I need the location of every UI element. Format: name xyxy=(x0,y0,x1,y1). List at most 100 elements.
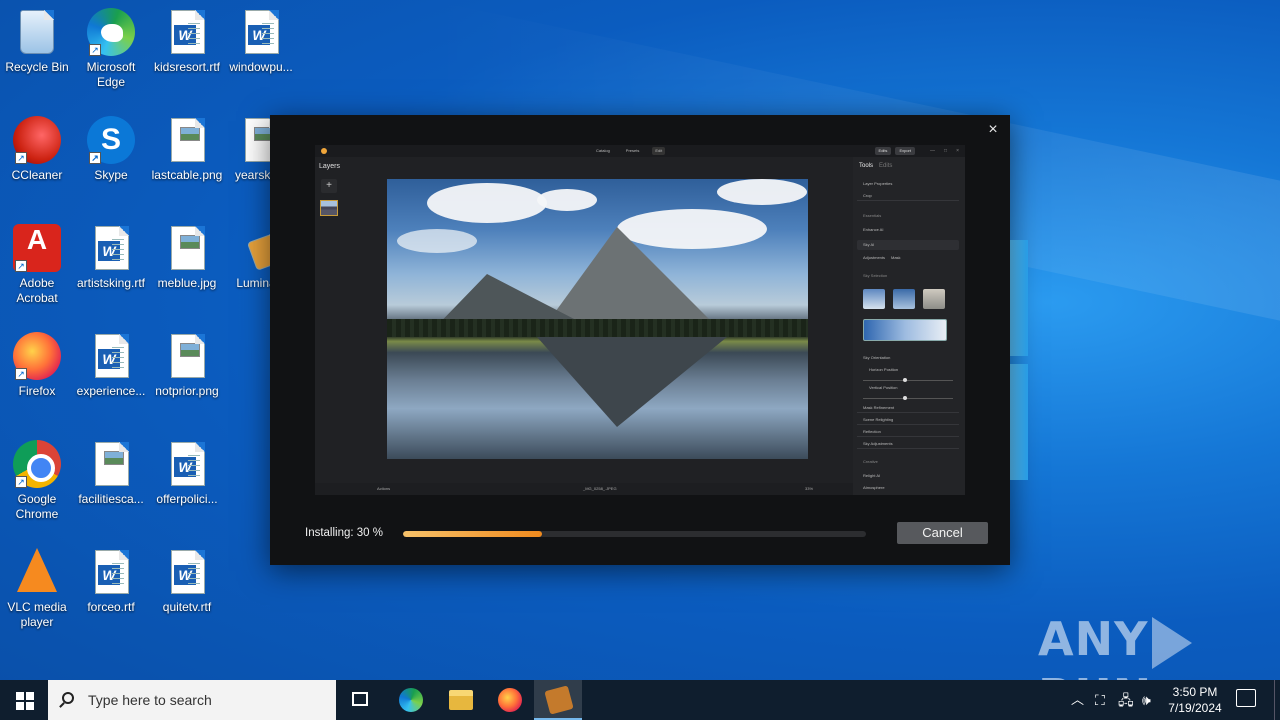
word-document-icon: W xyxy=(171,550,205,594)
watermark-left-text: ANY xyxy=(1038,612,1149,666)
preview-export-pill: Export xyxy=(895,147,915,155)
desktop-icon-label: CCleaner xyxy=(11,168,63,182)
word-document-icon: W xyxy=(245,10,279,54)
preview-panel-row: Mask xyxy=(891,255,901,260)
clock-time: 3:50 PM xyxy=(1172,685,1218,699)
search-icon xyxy=(62,692,74,704)
desktop-icon-ccleaner[interactable]: ↗ CCleaner xyxy=(0,116,74,183)
image-file-icon xyxy=(171,118,205,162)
word-document-icon: W xyxy=(171,442,205,486)
image-file-icon xyxy=(171,226,205,270)
windows-logo-icon xyxy=(16,692,24,700)
desktop-icon-label: notprior.png xyxy=(155,384,219,398)
desktop-icon-adobe-acrobat[interactable]: ↗ Adobe Acrobat xyxy=(0,224,74,306)
desktop-icon-label: Skype xyxy=(94,168,128,182)
desktop-icon-label: Microsoft Edge xyxy=(86,60,136,89)
preview-panel-row: Layer Properties xyxy=(863,181,893,186)
preview-panel-row: Mask Refinement xyxy=(857,403,959,413)
preview-panel-row: Atmosphere xyxy=(863,485,885,490)
desktop-icon-notprior[interactable]: notprior.png xyxy=(150,332,224,399)
desktop-icon-vlc[interactable]: VLC media player xyxy=(0,548,74,630)
preview-panel-row: Vertical Position xyxy=(869,385,898,390)
play-logo-icon xyxy=(1152,616,1193,669)
desktop-icon-artistsking[interactable]: W artistsking.rtf xyxy=(74,224,148,291)
luminar-installer-icon xyxy=(544,685,574,715)
notification-center-icon[interactable] xyxy=(1236,689,1256,707)
preview-filename: _MG_0258_.JPEG xyxy=(583,486,617,491)
word-document-icon: W xyxy=(95,334,129,378)
chrome-icon: ↗ xyxy=(13,440,61,488)
desktop-icon-skype[interactable]: S ↗ Skype xyxy=(74,116,148,183)
desktop-icon-experience[interactable]: W experience... xyxy=(74,332,148,399)
desktop-icon-recycle-bin[interactable]: Recycle Bin xyxy=(0,8,74,75)
desktop-icon-kidsresort[interactable]: W kidsresort.rtf xyxy=(150,8,224,75)
tray-overflow-chevron-icon[interactable]: ︿ xyxy=(1071,690,1084,710)
preview-panel-tab-tools: Tools xyxy=(859,163,874,169)
taskbar-installer-button[interactable] xyxy=(534,680,582,720)
acrobat-icon: ↗ xyxy=(13,224,61,272)
start-button[interactable] xyxy=(0,680,48,720)
desktop-icon-forceo[interactable]: W forceo.rtf xyxy=(74,548,148,615)
desktop-icon-label: Recycle Bin xyxy=(5,60,69,74)
desktop-icon-label: facilitiesca... xyxy=(78,492,144,506)
show-desktop-button[interactable] xyxy=(1274,680,1280,720)
network-icon[interactable]: 🖧 xyxy=(1118,690,1134,710)
taskbar-search-box[interactable]: Type here to search xyxy=(48,680,336,720)
preview-panel-row: Horizon Position xyxy=(869,367,899,372)
preview-panel-row: Sky Adjustments xyxy=(857,439,959,449)
tray-meet-icon[interactable]: ⛶ xyxy=(1095,690,1105,710)
folder-icon xyxy=(449,690,473,710)
desktop-icon-label: meblue.jpg xyxy=(157,276,217,290)
taskbar-file-explorer-button[interactable] xyxy=(436,680,484,720)
skype-icon: S ↗ xyxy=(87,116,135,164)
desktop-icon-lastcable[interactable]: lastcable.png xyxy=(150,116,224,183)
close-icon[interactable]: × xyxy=(984,121,1002,139)
preview-panel-tab-edits: Edits xyxy=(879,163,893,169)
edge-icon xyxy=(399,688,423,712)
desktop-icon-quitetv[interactable]: W quitetv.rtf xyxy=(150,548,224,615)
image-file-icon xyxy=(95,442,129,486)
word-document-icon: W xyxy=(95,550,129,594)
preview-add-layer-icon: + xyxy=(321,179,337,193)
firefox-icon: ↗ xyxy=(13,332,61,380)
desktop-icon-label: kidsresort.rtf xyxy=(153,60,220,74)
preview-layer-thumbnail xyxy=(320,200,338,216)
vlc-icon xyxy=(17,548,57,592)
app-preview-screenshot: Catalog Presets Edit Edits Export — □ × La… xyxy=(315,145,965,495)
desktop-icon-label: forceo.rtf xyxy=(87,600,135,614)
preview-panel-row: Sky Orientation xyxy=(863,355,891,360)
task-view-button[interactable] xyxy=(336,680,384,720)
preview-window-controls: — □ × xyxy=(930,148,959,154)
preview-panel-row: Crop xyxy=(857,191,959,201)
preview-panel-row: Adjustments xyxy=(863,255,886,260)
firefox-icon xyxy=(498,688,522,712)
clock-date: 7/19/2024 xyxy=(1168,701,1222,715)
desktop-icon-offerpolici[interactable]: W offerpolici... xyxy=(150,440,224,507)
taskbar-edge-button[interactable] xyxy=(386,680,434,720)
word-document-icon: W xyxy=(171,10,205,54)
preview-panel-row: Essentials xyxy=(863,213,882,218)
taskbar: Type here to search ︿ ⛶ 🖧 🕪 3:50 PM 7/19… xyxy=(0,680,1280,720)
taskbar-clock[interactable]: 3:50 PM 7/19/2024 xyxy=(1160,684,1230,716)
desktop-icon-microsoft-edge[interactable]: ↗ Microsoft Edge xyxy=(74,8,148,90)
desktop-icon-meblue[interactable]: meblue.jpg xyxy=(150,224,224,291)
preview-tools-panel: Tools Edits Layer Properties Crop Essent… xyxy=(853,157,965,495)
desktop-icon-label: windowpu... xyxy=(229,60,293,74)
preview-panel-row: Relight AI xyxy=(863,473,881,478)
desktop-icon-windowpu[interactable]: W windowpu... xyxy=(224,8,298,75)
taskbar-firefox-button[interactable] xyxy=(485,680,533,720)
preview-panel-row: Sky AI xyxy=(857,240,959,250)
cancel-button[interactable]: Cancel xyxy=(897,522,988,544)
recycle-bin-icon xyxy=(20,10,54,54)
luminar-logo-icon xyxy=(321,148,327,154)
desktop-icon-facilitiesca[interactable]: facilitiesca... xyxy=(74,440,148,507)
volume-icon[interactable]: 🕪 xyxy=(1142,690,1151,710)
desktop-icon-label: VLC media player xyxy=(7,600,67,629)
desktop-icon-label: quitetv.rtf xyxy=(162,600,212,614)
desktop-icon-firefox[interactable]: ↗ Firefox xyxy=(0,332,74,399)
preview-tab-edit: Edit xyxy=(652,147,666,155)
desktop-icon-label: Firefox xyxy=(18,384,56,398)
desktop-icon-google-chrome[interactable]: ↗ Google Chrome xyxy=(0,440,74,522)
image-file-icon xyxy=(171,334,205,378)
preview-panel-row: Reflection xyxy=(857,427,959,437)
